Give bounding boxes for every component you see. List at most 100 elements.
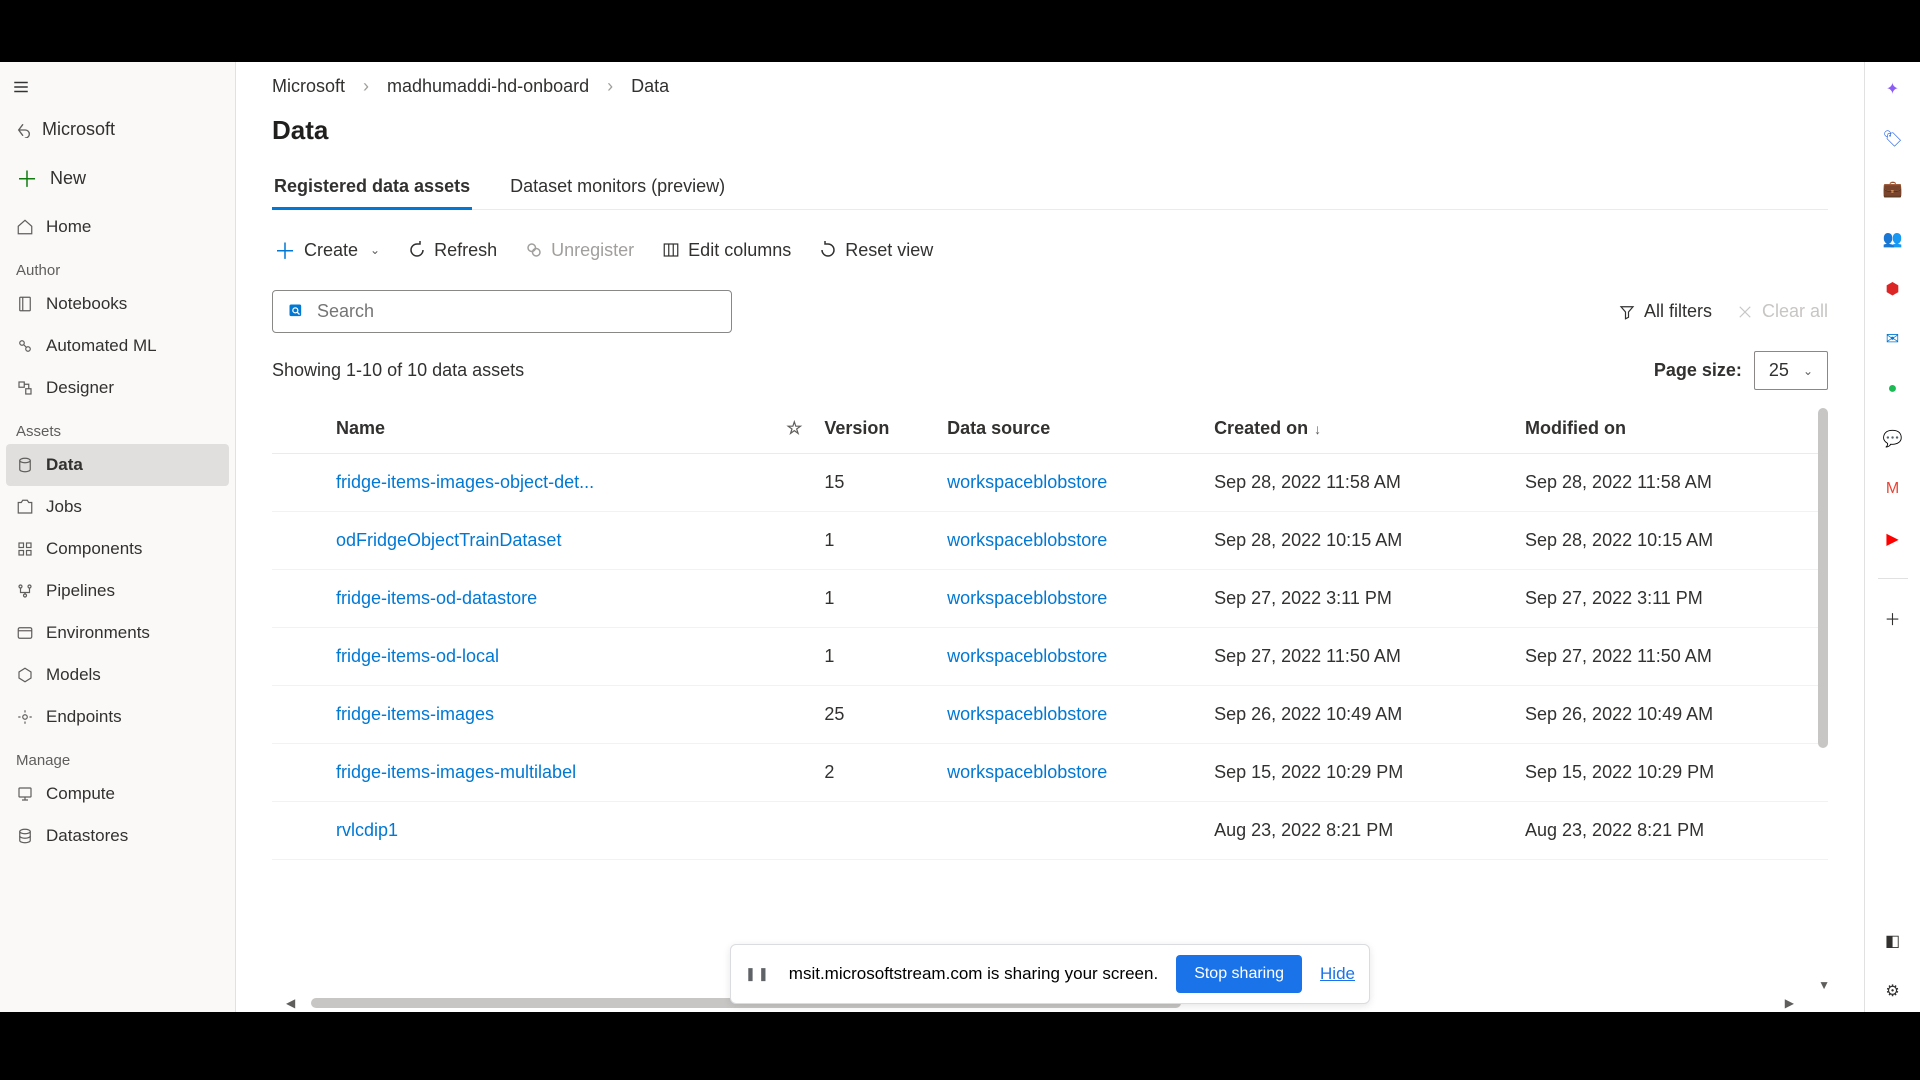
cell-name: fridge-items-images-object-det... bbox=[272, 454, 772, 512]
new-label: New bbox=[50, 168, 86, 189]
nav-endpoints[interactable]: Endpoints bbox=[0, 696, 235, 738]
scroll-right-arrow[interactable]: ▶ bbox=[1781, 996, 1798, 1010]
nav-notebooks[interactable]: Notebooks bbox=[0, 283, 235, 325]
datasource-link[interactable]: workspaceblobstore bbox=[947, 762, 1107, 782]
hide-share-bar[interactable]: Hide bbox=[1320, 964, 1355, 984]
breadcrumb-workspace[interactable]: madhumaddi-hd-onboard bbox=[387, 76, 589, 97]
cell-modified: Sep 28, 2022 10:15 AM bbox=[1517, 512, 1828, 570]
table-row[interactable]: fridge-items-images25workspaceblobstoreS… bbox=[272, 686, 1828, 744]
right-rail: ✦ 🏷 💼 👥 ⬢ ✉ ● 💬 M ▶ ＋ ◧ ⚙ bbox=[1864, 62, 1920, 1012]
asset-name-link[interactable]: fridge-items-od-datastore bbox=[336, 588, 537, 608]
cell-version: 2 bbox=[816, 744, 939, 802]
nav-components-label: Components bbox=[46, 539, 142, 559]
nav-models[interactable]: Models bbox=[0, 654, 235, 696]
table-wrap: Name ☆ Version Data source Created on↓ M… bbox=[272, 404, 1828, 1012]
datasource-link[interactable]: workspaceblobstore bbox=[947, 530, 1107, 550]
briefcase-icon[interactable]: 💼 bbox=[1882, 178, 1904, 200]
cell-source: workspaceblobstore bbox=[939, 454, 1206, 512]
datasource-link[interactable]: workspaceblobstore bbox=[947, 472, 1107, 492]
scroll-down-arrow[interactable]: ▼ bbox=[1818, 978, 1828, 992]
asset-name-link[interactable]: odFridgeObjectTrainDataset bbox=[336, 530, 561, 550]
col-version[interactable]: Version bbox=[816, 404, 939, 454]
nav-automl[interactable]: Automated ML bbox=[0, 325, 235, 367]
new-button[interactable]: ＋ New bbox=[0, 150, 235, 206]
asset-name-link[interactable]: fridge-items-images-object-det... bbox=[336, 472, 594, 492]
refresh-button[interactable]: Refresh bbox=[406, 236, 499, 265]
panel-icon[interactable]: ◧ bbox=[1882, 930, 1904, 952]
col-created[interactable]: Created on↓ bbox=[1206, 404, 1517, 454]
all-filters-button[interactable]: All filters bbox=[1618, 301, 1712, 322]
table-row[interactable]: rvlcdip1Aug 23, 2022 8:21 PMAug 23, 2022… bbox=[272, 802, 1828, 860]
outlook-icon[interactable]: ✉ bbox=[1882, 328, 1904, 350]
breadcrumb-root[interactable]: Microsoft bbox=[272, 76, 345, 97]
col-name[interactable]: Name bbox=[272, 404, 772, 454]
sort-desc-icon: ↓ bbox=[1314, 421, 1321, 437]
scroll-left-arrow[interactable]: ◀ bbox=[282, 996, 299, 1010]
plus-icon[interactable]: ＋ bbox=[1882, 607, 1904, 629]
nav-datastores[interactable]: Datastores bbox=[0, 815, 235, 857]
cell-created: Sep 27, 2022 3:11 PM bbox=[1206, 570, 1517, 628]
spotify-icon[interactable]: ● bbox=[1882, 378, 1904, 400]
cell-name: fridge-items-images bbox=[272, 686, 772, 744]
nav-home-label: Home bbox=[46, 217, 91, 237]
table-row[interactable]: fridge-items-images-object-det...15works… bbox=[272, 454, 1828, 512]
tab-dataset-monitors[interactable]: Dataset monitors (preview) bbox=[508, 166, 727, 209]
col-source[interactable]: Data source bbox=[939, 404, 1206, 454]
datasource-link[interactable]: workspaceblobstore bbox=[947, 704, 1107, 724]
search-input[interactable] bbox=[317, 301, 717, 322]
cell-version: 1 bbox=[816, 570, 939, 628]
nav-home[interactable]: Home bbox=[0, 206, 235, 248]
unregister-button: Unregister bbox=[523, 236, 636, 265]
gmail-icon[interactable]: M bbox=[1882, 478, 1904, 500]
asset-name-link[interactable]: fridge-items-images-multilabel bbox=[336, 762, 576, 782]
asset-name-link[interactable]: fridge-items-images bbox=[336, 704, 494, 724]
search-filter-row: All filters Clear all bbox=[272, 290, 1828, 333]
nav-jobs-label: Jobs bbox=[46, 497, 82, 517]
datasource-link[interactable]: workspaceblobstore bbox=[947, 646, 1107, 666]
back-workspace[interactable]: Microsoft bbox=[0, 109, 235, 150]
nav-components[interactable]: Components bbox=[0, 528, 235, 570]
sparkle-icon[interactable]: ✦ bbox=[1882, 78, 1904, 100]
edit-columns-button[interactable]: Edit columns bbox=[660, 236, 793, 265]
asset-name-link[interactable]: rvlcdip1 bbox=[336, 820, 398, 840]
messenger-icon[interactable]: 💬 bbox=[1882, 428, 1904, 450]
stop-sharing-button[interactable]: Stop sharing bbox=[1176, 955, 1302, 993]
cell-star bbox=[772, 512, 816, 570]
nav-compute[interactable]: Compute bbox=[0, 773, 235, 815]
cell-star bbox=[772, 802, 816, 860]
nav-pipelines[interactable]: Pipelines bbox=[0, 570, 235, 612]
cell-source: workspaceblobstore bbox=[939, 512, 1206, 570]
cell-modified: Sep 27, 2022 11:50 AM bbox=[1517, 628, 1828, 686]
asset-name-link[interactable]: fridge-items-od-local bbox=[336, 646, 499, 666]
table-row[interactable]: fridge-items-od-datastore 1 workspaceblobs… bbox=[272, 570, 1828, 628]
datasource-link[interactable]: workspaceblobstore bbox=[947, 588, 1107, 608]
youtube-icon[interactable]: ▶ bbox=[1882, 528, 1904, 550]
nav-data[interactable]: Data bbox=[6, 444, 229, 486]
nav-environments[interactable]: Environments bbox=[0, 612, 235, 654]
reset-view-button[interactable]: Reset view bbox=[817, 236, 935, 265]
table-row[interactable]: fridge-items-od-local1workspaceblobstore… bbox=[272, 628, 1828, 686]
col-favorite[interactable]: ☆ bbox=[772, 404, 816, 454]
hamburger-button[interactable] bbox=[0, 70, 40, 109]
office-icon[interactable]: ⬢ bbox=[1882, 278, 1904, 300]
col-modified[interactable]: Modified on bbox=[1517, 404, 1828, 454]
page-size-select[interactable]: 25 ⌄ bbox=[1754, 351, 1828, 390]
table-row[interactable]: odFridgeObjectTrainDataset1workspaceblob… bbox=[272, 512, 1828, 570]
page-size-value: 25 bbox=[1769, 360, 1789, 381]
nav-designer[interactable]: Designer bbox=[0, 367, 235, 409]
tab-registered-data-assets[interactable]: Registered data assets bbox=[272, 166, 472, 209]
search-box[interactable] bbox=[272, 290, 732, 333]
tag-icon[interactable]: 🏷 bbox=[1882, 128, 1904, 150]
people-icon[interactable]: 👥 bbox=[1882, 228, 1904, 250]
table-row[interactable]: fridge-items-images-multilabel 2 workspace… bbox=[272, 744, 1828, 802]
toolbar: ＋ Create ⌄ Refresh Unregister Edit colum… bbox=[272, 230, 1828, 270]
gear-icon[interactable]: ⚙ bbox=[1882, 980, 1904, 1002]
screen-share-bar: ❚❚ msit.microsoftstream.com is sharing y… bbox=[730, 944, 1370, 1004]
section-assets: Assets bbox=[0, 409, 235, 444]
data-assets-table: Name ☆ Version Data source Created on↓ M… bbox=[272, 404, 1828, 860]
nav-jobs[interactable]: Jobs bbox=[0, 486, 235, 528]
refresh-label: Refresh bbox=[434, 240, 497, 261]
cell-created: Sep 28, 2022 10:15 AM bbox=[1206, 512, 1517, 570]
vertical-scrollbar[interactable] bbox=[1818, 408, 1828, 748]
create-button[interactable]: ＋ Create ⌄ bbox=[272, 230, 382, 270]
